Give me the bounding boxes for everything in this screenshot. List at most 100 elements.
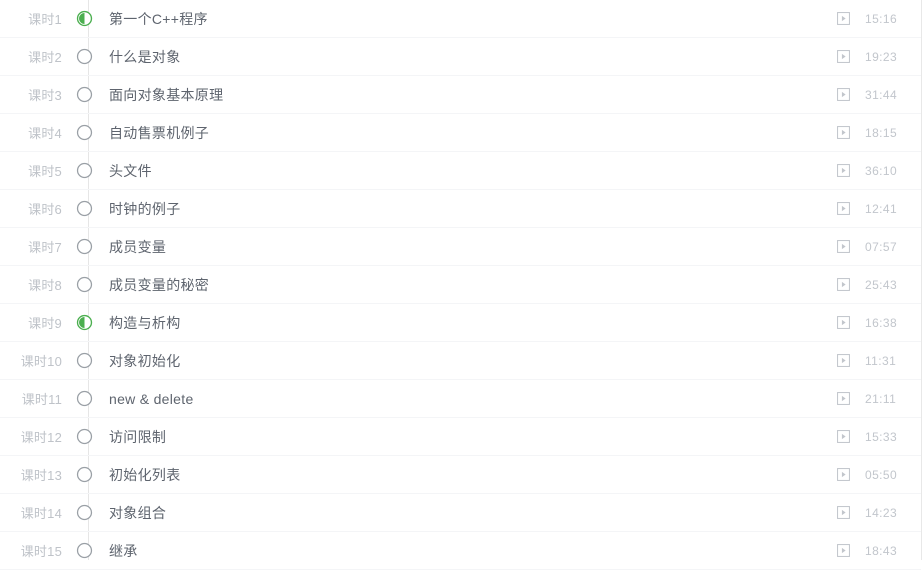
lesson-duration: 05:50 [865, 467, 898, 482]
lesson-status-toggle[interactable] [70, 162, 98, 179]
play-square-icon[interactable] [837, 430, 850, 443]
lesson-status-toggle[interactable] [70, 428, 98, 445]
play-square-icon[interactable] [837, 544, 850, 557]
lesson-index-label: 课时14 [20, 506, 62, 521]
lesson-row[interactable]: 课时1 第一个C++程序 15:16 [0, 0, 921, 38]
play-square-icon[interactable] [837, 126, 850, 139]
lesson-duration: 21:11 [865, 391, 897, 406]
lesson-index-label: 课时6 [28, 202, 62, 217]
play-square-icon[interactable] [837, 164, 850, 177]
lesson-status-toggle[interactable] [70, 124, 98, 141]
lesson-meta: 19:23 [837, 50, 921, 64]
empty-circle-icon [76, 162, 92, 179]
lesson-duration: 15:33 [865, 429, 898, 444]
lesson-status-toggle[interactable] [70, 10, 98, 27]
lesson-title[interactable]: 对象初始化 [98, 351, 837, 371]
lesson-title[interactable]: 第一个C++程序 [98, 9, 837, 29]
lesson-row[interactable]: 课时3 面向对象基本原理 31:44 [0, 76, 921, 114]
lesson-index-label: 课时13 [20, 468, 62, 483]
empty-circle-icon [76, 124, 92, 141]
lesson-title[interactable]: 构造与析构 [98, 313, 837, 333]
lesson-row[interactable]: 课时15 继承 18:43 [0, 532, 921, 570]
lesson-title[interactable]: 成员变量的秘密 [98, 275, 837, 295]
lesson-duration: 25:43 [865, 277, 898, 292]
empty-circle-icon [76, 200, 92, 217]
lesson-title[interactable]: 成员变量 [98, 237, 837, 257]
lesson-status-toggle[interactable] [70, 238, 98, 255]
lesson-title[interactable]: 对象组合 [98, 503, 837, 523]
play-square-icon[interactable] [837, 278, 850, 291]
play-square-icon[interactable] [837, 316, 850, 329]
lesson-title[interactable]: 初始化列表 [98, 465, 837, 485]
lesson-title[interactable]: new & delete [98, 391, 837, 407]
lesson-index-label: 课时15 [20, 544, 62, 559]
lesson-title[interactable]: 头文件 [98, 161, 837, 181]
lesson-index-label: 课时7 [28, 240, 62, 255]
lesson-duration: 11:31 [865, 353, 897, 368]
lesson-row[interactable]: 课时2 什么是对象 19:23 [0, 38, 921, 76]
lesson-meta: 05:50 [837, 468, 921, 482]
lesson-status-toggle[interactable] [70, 200, 98, 217]
play-square-icon[interactable] [837, 468, 850, 481]
lesson-duration: 18:15 [865, 125, 898, 140]
lesson-title[interactable]: 时钟的例子 [98, 199, 837, 219]
lesson-status-toggle[interactable] [70, 276, 98, 293]
lesson-title[interactable]: 自动售票机例子 [98, 123, 837, 143]
play-square-icon[interactable] [837, 392, 850, 405]
lesson-index-label: 课时5 [28, 164, 62, 179]
lesson-meta: 18:15 [837, 126, 921, 140]
lesson-list: 课时1 第一个C++程序 15:16 课时2 什么是对象 19:23 课时3 面向对象基本原理… [0, 0, 922, 570]
play-square-icon[interactable] [837, 506, 850, 519]
play-square-icon[interactable] [837, 12, 850, 25]
lesson-status-toggle[interactable] [70, 352, 98, 369]
lesson-duration: 16:38 [865, 315, 898, 330]
empty-circle-icon [76, 86, 92, 103]
lesson-row[interactable]: 课时11 new & delete 21:11 [0, 380, 921, 418]
lesson-status-toggle[interactable] [70, 504, 98, 521]
play-square-icon[interactable] [837, 202, 850, 215]
lesson-row[interactable]: 课时9 构造与析构 16:38 [0, 304, 921, 342]
lesson-status-toggle[interactable] [70, 86, 98, 103]
lesson-status-toggle[interactable] [70, 542, 98, 559]
play-square-icon[interactable] [837, 354, 850, 367]
lesson-row[interactable]: 课时7 成员变量 07:57 [0, 228, 921, 266]
lesson-row[interactable]: 课时4 自动售票机例子 18:15 [0, 114, 921, 152]
lesson-row[interactable]: 课时13 初始化列表 05:50 [0, 456, 921, 494]
lesson-row[interactable]: 课时10 对象初始化 11:31 [0, 342, 921, 380]
lesson-index-label: 课时12 [20, 430, 62, 445]
lesson-row[interactable]: 课时14 对象组合 14:23 [0, 494, 921, 532]
lesson-meta: 36:10 [837, 164, 921, 178]
lesson-title[interactable]: 访问限制 [98, 427, 837, 447]
lesson-row[interactable]: 课时12 访问限制 15:33 [0, 418, 921, 456]
lesson-status-toggle[interactable] [70, 314, 98, 331]
lesson-row[interactable]: 课时8 成员变量的秘密 25:43 [0, 266, 921, 304]
play-square-icon[interactable] [837, 50, 850, 63]
play-square-icon[interactable] [837, 88, 850, 101]
lesson-status-toggle[interactable] [70, 466, 98, 483]
lesson-duration: 31:44 [865, 87, 898, 102]
empty-circle-icon [76, 542, 92, 559]
lesson-meta: 11:31 [837, 354, 921, 368]
lesson-row[interactable]: 课时5 头文件 36:10 [0, 152, 921, 190]
empty-circle-icon [76, 48, 92, 65]
lesson-title[interactable]: 继承 [98, 541, 837, 561]
lesson-status-toggle[interactable] [70, 48, 98, 65]
lesson-duration: 14:23 [865, 505, 898, 520]
empty-circle-icon [76, 238, 92, 255]
lesson-meta: 31:44 [837, 88, 921, 102]
lesson-duration: 12:41 [865, 201, 898, 216]
lesson-meta: 18:43 [837, 544, 921, 558]
play-square-icon[interactable] [837, 240, 850, 253]
lesson-title[interactable]: 面向对象基本原理 [98, 85, 837, 105]
lesson-meta: 12:41 [837, 202, 921, 216]
lesson-meta: 15:16 [837, 12, 921, 26]
lesson-index-label: 课时3 [28, 88, 62, 103]
lesson-meta: 14:23 [837, 506, 921, 520]
lesson-row[interactable]: 课时6 时钟的例子 12:41 [0, 190, 921, 228]
lesson-status-toggle[interactable] [70, 390, 98, 407]
lesson-meta: 16:38 [837, 316, 921, 330]
lesson-title[interactable]: 什么是对象 [98, 47, 837, 67]
empty-circle-icon [76, 466, 92, 483]
lesson-rows-container: 课时1 第一个C++程序 15:16 课时2 什么是对象 19:23 课时3 面向对象基本原理… [0, 0, 921, 570]
lesson-index-label: 课时11 [21, 392, 62, 407]
